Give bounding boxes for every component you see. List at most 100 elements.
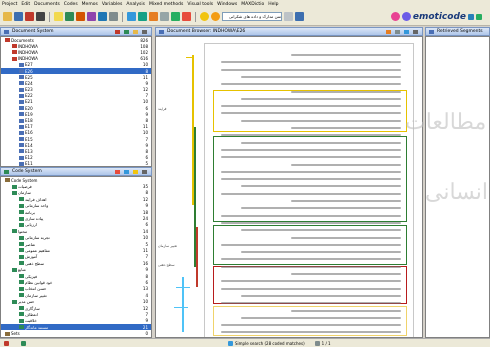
menu-item-memos[interactable]: Memos (82, 2, 98, 7)
search-input[interactable]: متن مدارک و داده های شکرانی (222, 12, 282, 21)
retrieved-segments-title: Retrieved Segments (437, 29, 483, 34)
coding-stripes-gutter: فرایند تغییر سازمان سطح ذهنی (156, 37, 200, 337)
tree-row-count: 4 (145, 292, 148, 298)
tree-row-label: ارزیابی (25, 222, 37, 228)
tree-row-count: 14 (142, 228, 148, 234)
coded-segment-red[interactable] (213, 266, 407, 304)
info-icon[interactable] (468, 13, 474, 20)
chart-icon[interactable] (149, 12, 158, 21)
tree-row[interactable]: محتوا 14 (1, 228, 151, 234)
document-icon (19, 161, 24, 166)
toolbar-separator (195, 11, 196, 22)
document-browser-title: Document Browser: INDHOWA\E26 (167, 29, 246, 34)
relations-icon[interactable] (138, 12, 147, 21)
filter-icon[interactable] (76, 12, 85, 21)
tree-row-label: مفاهیم عمومی (25, 247, 50, 253)
tree-row-count: 102 (140, 49, 148, 55)
emoticon-happy-icon[interactable] (200, 12, 209, 21)
menu-item-help[interactable]: Help (268, 2, 278, 7)
menu-item-variables[interactable]: Variables (102, 2, 123, 7)
document-page (204, 43, 414, 337)
tree-row-label: E20 (25, 105, 33, 111)
search-icon[interactable] (98, 12, 107, 21)
help-icon[interactable] (295, 12, 304, 21)
menu-item-edit[interactable]: Edit (21, 2, 30, 7)
watermark-text: مطالعات (405, 110, 487, 135)
text-line (221, 280, 401, 283)
close-icon[interactable] (413, 29, 418, 34)
document-system-icon (4, 29, 9, 34)
new-code-icon[interactable] (115, 169, 120, 174)
map-icon[interactable] (171, 12, 180, 21)
menu-item-mixed-methods[interactable]: Mixed methods (149, 2, 183, 7)
menu-item-project[interactable]: Project (2, 2, 17, 7)
refresh-icon[interactable] (476, 13, 482, 20)
table-icon[interactable] (160, 12, 169, 21)
tree-row[interactable]: INDHOWA 108 (1, 43, 151, 49)
code-icon (19, 222, 24, 227)
code-icon (19, 293, 24, 298)
tree-row-count: 9 (145, 111, 148, 117)
tree-row-label: تجربه سازمانی (25, 235, 50, 241)
save-icon[interactable] (14, 12, 23, 21)
tree-row[interactable]: سازمان 8 (1, 190, 151, 196)
tree-row-label: E14 (25, 142, 33, 148)
close-icon[interactable] (142, 169, 147, 174)
tree-row[interactable]: INDHOWA 616 (1, 56, 151, 62)
color-icon[interactable] (133, 169, 138, 174)
tree-row-count: 6 (145, 155, 148, 161)
coding-stripe[interactable] (174, 307, 188, 308)
tree-row[interactable]: حس مدیر 10 (1, 298, 151, 304)
code-icon (12, 229, 17, 234)
coded-segment-yellow[interactable] (213, 90, 407, 132)
matrix-icon[interactable] (127, 12, 136, 21)
coding-stripe[interactable] (196, 227, 198, 287)
menu-item-windows[interactable]: Windows (217, 2, 237, 7)
tree-row[interactable]: INDHOWA 102 (1, 49, 151, 55)
filter-icon[interactable] (133, 29, 138, 34)
link-icon[interactable] (65, 12, 74, 21)
tree-row-count: 10 (142, 235, 148, 241)
coding-stripe[interactable] (186, 57, 194, 58)
tree-row[interactable]: Documents 826 (1, 37, 151, 43)
collapse-icon[interactable] (115, 29, 120, 34)
emoticon-sad-icon[interactable] (211, 12, 220, 21)
coding-stripe[interactable] (176, 287, 190, 288)
menu-item-maxdictio[interactable]: MAXDictio (241, 2, 264, 7)
tree-row[interactable]: Code System (1, 177, 151, 183)
tree-row[interactable]: فرضیات 35 (1, 183, 151, 189)
document-system-titlebar: Document System (0, 27, 152, 36)
code-system-icon (4, 169, 9, 174)
retrieve-icon[interactable] (109, 12, 118, 21)
color-icon[interactable] (182, 12, 191, 21)
text-line (291, 236, 401, 239)
search-icon[interactable] (404, 29, 409, 34)
sort-icon[interactable] (124, 169, 129, 174)
status-indicator (21, 340, 28, 346)
status-bar: Simple search (28 coded matches) 1 / 1 (0, 338, 490, 347)
close-icon[interactable] (142, 29, 147, 34)
menu-item-analysis[interactable]: Analysis (126, 2, 145, 7)
menu-item-codes[interactable]: Codes (64, 2, 78, 7)
settings-icon[interactable] (284, 12, 293, 21)
text-line (221, 134, 401, 137)
variable-icon[interactable] (87, 12, 96, 21)
activate-icon[interactable] (124, 29, 129, 34)
tree-row[interactable]: منابع 9 (1, 266, 151, 272)
text-line (291, 273, 401, 275)
open-project-icon[interactable] (3, 12, 12, 21)
memo-icon[interactable] (54, 12, 63, 21)
menu-item-visual-tools[interactable]: Visual tools (187, 2, 213, 7)
code-icon[interactable] (36, 12, 45, 21)
coding-stripe[interactable] (182, 277, 184, 332)
menu-item-documents[interactable]: Documents (34, 2, 60, 7)
document-icon (19, 99, 24, 104)
print-icon[interactable] (395, 29, 400, 34)
text-line (221, 68, 401, 71)
edit-icon[interactable] (386, 29, 391, 34)
tree-row[interactable]: E11 5 (1, 161, 151, 166)
import-icon[interactable] (25, 12, 34, 21)
code-icon (19, 197, 24, 202)
text-line (221, 105, 401, 108)
tree-row[interactable]: Sets 0 (1, 330, 151, 336)
